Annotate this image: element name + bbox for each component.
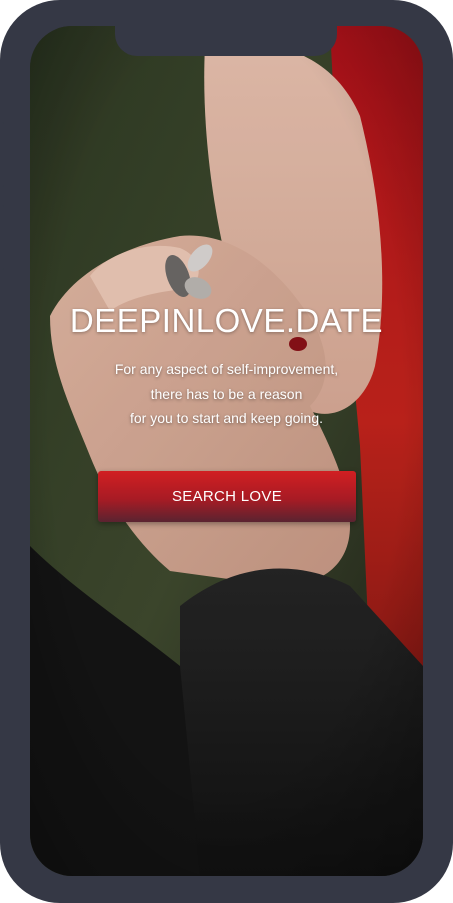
power-button <box>449 210 453 310</box>
tagline-line-2: there has to be a reason <box>150 385 303 402</box>
phone-notch <box>115 26 337 56</box>
phone-frame: DEEPINLOVE.DATE For any aspect of self-i… <box>0 0 453 903</box>
phone-screen: DEEPINLOVE.DATE For any aspect of self-i… <box>30 26 423 876</box>
photo-overlay <box>30 26 423 876</box>
tagline: For any aspect of self-improvement, ther… <box>30 357 423 431</box>
volume-down-button <box>0 205 4 270</box>
brand-title: DEEPINLOVE.DATE <box>69 302 384 339</box>
tagline-line-3: for you to start and keep going. <box>129 410 323 426</box>
search-love-button[interactable]: SEARCH LOVE <box>98 471 356 522</box>
volume-up-button <box>0 122 4 187</box>
tagline-line-1: For any aspect of self-improvement, <box>114 361 339 377</box>
